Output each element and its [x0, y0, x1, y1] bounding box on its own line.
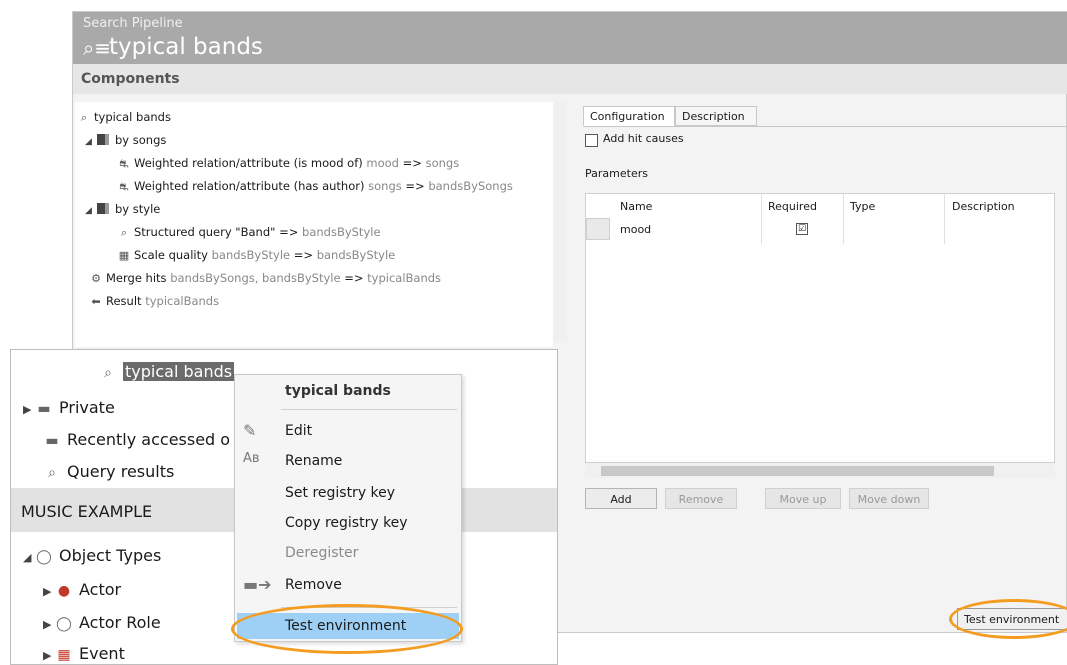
move-down-button[interactable]: Move down	[849, 488, 929, 509]
expand-triangle-icon[interactable]: ▶	[43, 649, 55, 662]
explorer-item-event[interactable]: ▶ ▦ Event	[43, 644, 125, 663]
menu-item-set-registry-key[interactable]: Set registry key	[285, 485, 395, 501]
folder-icon: ▬	[37, 401, 51, 417]
circle-icon: ◯	[36, 549, 52, 565]
tree-item-result[interactable]: ⬅ Result typicalBands	[89, 294, 219, 308]
explorer-item-query-results[interactable]: ⌕ Query results	[43, 462, 174, 481]
pencil-icon: ✎	[243, 421, 257, 440]
search-icon: ⌕	[48, 465, 56, 481]
move-up-button[interactable]: Move up	[765, 488, 841, 509]
tab-divider	[583, 126, 1067, 127]
tree-item-merge-hits[interactable]: ⚙ Merge hits bandsBySongs, bandsByStyle =…	[89, 271, 441, 285]
highlight-ring	[949, 599, 1067, 639]
menu-item-rename[interactable]: Rename	[285, 453, 342, 469]
add-button[interactable]: Add	[585, 488, 657, 509]
relation-icon: ⛐	[119, 180, 129, 193]
tree-group-by-songs[interactable]: ◢ by songs	[85, 133, 166, 147]
tree-root[interactable]: ⌕ typical bands	[77, 110, 171, 125]
pipeline-tree: ⌕ typical bands ◢ by songs ⛐ Weighted relat…	[75, 102, 553, 347]
explorer-item-recent[interactable]: ▬ Recently accessed o	[43, 430, 230, 449]
menu-item-copy-registry-key[interactable]: Copy registry key	[285, 515, 408, 531]
tab-configuration[interactable]: Configuration	[583, 106, 675, 126]
tree-group-by-style[interactable]: ◢ by style	[85, 202, 160, 216]
parameters-grid: Name Required Type Description mood ☑	[585, 193, 1055, 463]
required-checkbox[interactable]: ☑	[796, 223, 808, 235]
row-header[interactable]	[586, 218, 610, 240]
search-icon: ⌕	[80, 111, 88, 124]
tree-item-structured-query[interactable]: ⌕ Structured query "Band" => bandsByStyle	[117, 225, 381, 240]
add-hit-causes-label: Add hit causes	[603, 132, 684, 145]
collapse-triangle-icon[interactable]: ◢	[23, 551, 35, 564]
explorer-item-object-types[interactable]: ◢ ◯ Object Types	[23, 546, 161, 565]
scrollbar-thumb[interactable]	[601, 466, 994, 476]
components-title: Components	[81, 71, 180, 87]
expand-triangle-icon[interactable]: ▶	[23, 403, 35, 416]
param-name-cell[interactable]: mood	[620, 223, 651, 236]
column-header-name[interactable]: Name	[620, 200, 652, 213]
grid-divider	[843, 194, 844, 244]
search-list-icon: ⌕≡	[83, 36, 111, 60]
calendar-icon: ▦	[57, 647, 71, 663]
grid-horizontal-scrollbar[interactable]	[585, 463, 1055, 478]
window-subtitle: Search Pipeline	[83, 16, 183, 31]
section-header-music-example: MUSIC EXAMPLE	[21, 502, 153, 521]
highlight-ring	[231, 604, 463, 654]
bracket-icon	[97, 134, 109, 145]
scale-icon: ▦	[118, 249, 130, 262]
context-menu-title: typical bands	[285, 383, 391, 399]
column-header-type[interactable]: Type	[850, 200, 875, 213]
context-menu: typical bands ✎ Edit Aʙ Rename Set regis…	[234, 374, 462, 642]
expand-triangle-icon[interactable]: ▶	[43, 618, 55, 631]
explorer-search-item[interactable]: ⌕ typical bands	[99, 362, 235, 381]
result-arrow-icon: ⬅	[91, 295, 101, 308]
merge-icon: ⚙	[91, 272, 101, 285]
tab-description[interactable]: Description	[675, 106, 757, 126]
explorer-item-actor[interactable]: ▶ ● Actor	[43, 580, 121, 599]
search-icon: ⌕	[120, 226, 128, 239]
bracket-icon	[97, 203, 109, 214]
tree-item-weighted-author[interactable]: ⛐ Weighted relation/attribute (has author…	[117, 179, 513, 195]
circle-icon: ◯	[56, 616, 72, 632]
grid-divider	[944, 194, 945, 244]
actor-icon: ●	[57, 583, 71, 599]
relation-icon: ⛐	[119, 157, 129, 170]
window-title: typical bands	[109, 34, 263, 60]
add-hit-causes-checkbox[interactable]	[585, 134, 598, 147]
components-bar	[73, 64, 1067, 94]
column-header-description[interactable]: Description	[952, 200, 1015, 213]
explorer-item-private[interactable]: ▶ ▬ Private	[23, 398, 115, 417]
expand-triangle-icon[interactable]: ▶	[43, 585, 55, 598]
parameters-label: Parameters	[585, 167, 648, 180]
menu-item-deregister[interactable]: Deregister	[285, 545, 358, 561]
remove-button[interactable]: Remove	[665, 488, 737, 509]
column-header-required[interactable]: Required	[768, 200, 817, 213]
tree-scrollbar[interactable]	[553, 102, 567, 342]
tree-item-weighted-mood[interactable]: ⛐ Weighted relation/attribute (is mood of…	[117, 156, 459, 172]
menu-item-remove[interactable]: Remove	[285, 577, 342, 593]
menu-separator	[281, 409, 457, 410]
expand-triangle-icon[interactable]: ◢	[85, 137, 97, 147]
expand-triangle-icon[interactable]: ◢	[85, 206, 97, 216]
folder-icon: ▬	[45, 433, 59, 449]
explorer-item-actor-role[interactable]: ▶ ◯ Actor Role	[43, 613, 161, 632]
search-icon: ⌕	[104, 365, 112, 381]
menu-item-edit[interactable]: Edit	[285, 423, 312, 439]
tree-item-scale-quality[interactable]: ▦ Scale quality bandsByStyle => bandsBySt…	[117, 248, 395, 262]
folder-move-icon: ▬➔	[243, 575, 272, 594]
rename-icon: Aʙ	[243, 451, 260, 466]
grid-divider	[761, 194, 762, 244]
